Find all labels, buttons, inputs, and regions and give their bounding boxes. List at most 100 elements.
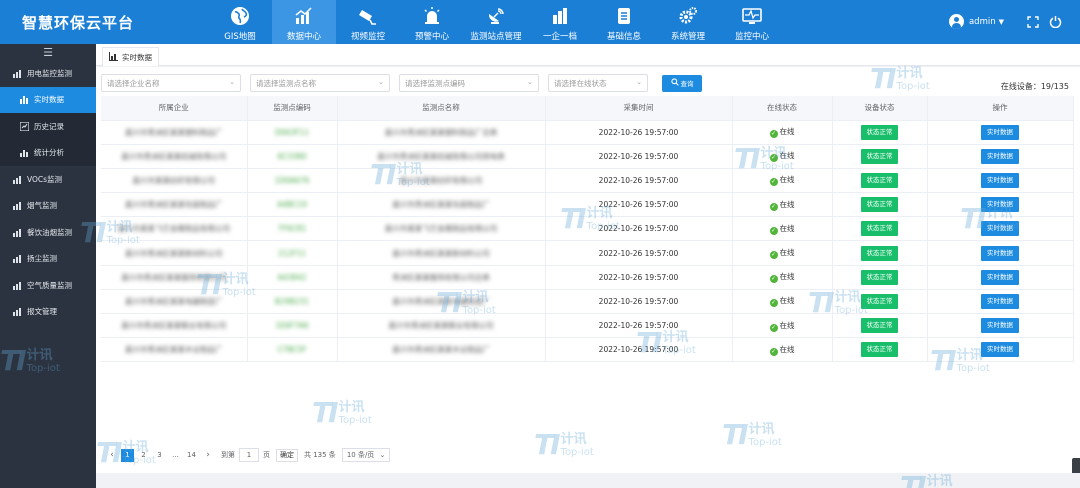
nav-label: 一企一档 <box>542 32 577 42</box>
realtime-data-button[interactable]: 实时数据 <box>981 197 1019 213</box>
goto-page-input[interactable]: 1 <box>239 448 259 462</box>
nav-label: 系统管理 <box>670 32 705 42</box>
column-header: 监测点编码 <box>247 96 338 121</box>
realtime-data-button[interactable]: 实时数据 <box>981 318 1019 334</box>
table-row: 嘉兴市秀洲区某某包装制品厂 A4BC19 嘉兴市秀洲区某某包装制品厂 2022-10-… <box>101 192 1074 218</box>
column-header: 设备状态 <box>832 96 928 121</box>
camera-icon <box>357 5 379 27</box>
point-code-select[interactable]: 请选择监测点编码 ⌄ <box>399 74 539 92</box>
code-cell: 7F6C81 <box>247 216 338 242</box>
point-code: A43842 <box>277 272 307 282</box>
sidebar-item-air-quality[interactable]: 空气质量监测 <box>0 272 96 299</box>
device-status-cell: 状态正常 <box>832 240 928 266</box>
point-name: 嘉兴市某某纺织有限公司 <box>399 175 483 185</box>
bar-chart-icon <box>109 51 118 63</box>
user-name[interactable]: admin <box>969 17 996 27</box>
nav-monitor-center[interactable]: 监控中心 <box>720 0 784 44</box>
realtime-data-button[interactable]: 实时数据 <box>981 124 1019 140</box>
table-row: 嘉兴市秀洲区某某服饰有限公司 A43842 秀洲区某某服饰有限公司总表 2022-10… <box>101 265 1074 290</box>
top-navigation-bar: 智慧环保云平台 GIS地图 数据中心 视频监控 预警中心 监测站点管理 一企一档… <box>0 0 1080 44</box>
check-circle-icon: ✓ <box>769 202 778 211</box>
sidebar-item-flue-gas[interactable]: 烟气监测 <box>0 193 96 220</box>
time-cell: 2022-10-26 19:57:00 <box>545 120 733 145</box>
realtime-data-button[interactable]: 实时数据 <box>981 221 1019 237</box>
sidebar-item-vocs[interactable]: VOCs监测 <box>0 166 96 193</box>
action-cell: 实时数据 <box>927 216 1074 242</box>
nav-basic-info[interactable]: 基础信息 <box>592 0 656 44</box>
column-header: 采集时间 <box>545 96 733 121</box>
power-icon[interactable] <box>1048 15 1062 29</box>
point-name-cell: 秀洲区某某服饰有限公司总表 <box>337 265 546 290</box>
menu-toggle-icon[interactable]: ☰ <box>0 44 96 60</box>
sidebar-item-realtime-data[interactable]: 实时数据 <box>0 86 96 113</box>
chevron-down-icon[interactable]: ▼ <box>999 18 1004 26</box>
goto-confirm-button[interactable]: 确定 <box>276 448 298 462</box>
page-number[interactable]: 2 <box>137 449 150 462</box>
sidebar-item-history[interactable]: 历史记录 <box>0 113 96 140</box>
tab-bar: 实时数据 <box>96 44 1080 66</box>
company-cell: 嘉兴市秀洲区某某木业制品厂 <box>101 337 248 363</box>
realtime-data-button[interactable]: 实时数据 <box>981 342 1019 358</box>
company-cell: 嘉兴市某某纺织有限公司 <box>101 168 248 194</box>
company-name: 嘉兴市某某纺织有限公司 <box>132 175 216 185</box>
avatar[interactable] <box>948 14 964 29</box>
sidebar: ☰ 用电监控监测 实时数据 历史记录 统计分析 VOCs监测 烟气监测 餐饮油烟… <box>0 44 96 488</box>
action-cell: 实时数据 <box>927 168 1074 194</box>
monitor-icon <box>741 5 763 27</box>
point-code: B29B231 <box>274 296 310 306</box>
nav-video-monitor[interactable]: 视频监控 <box>336 0 400 44</box>
realtime-data-button[interactable]: 实时数据 <box>981 245 1019 261</box>
tab-realtime-data[interactable]: 实时数据 <box>102 47 159 66</box>
online-cell: ✓ 在线 <box>732 240 833 266</box>
query-button[interactable]: 查询 <box>662 74 702 92</box>
sidebar-item-message-management[interactable]: 报文管理 <box>0 299 96 326</box>
nav-label: 监控中心 <box>734 32 769 42</box>
realtime-data-button[interactable]: 实时数据 <box>981 293 1019 309</box>
nav-alarm-center[interactable]: 预警中心 <box>400 0 464 44</box>
online-device-count: 在线设备：19/135 <box>1000 82 1069 91</box>
page-size-select[interactable]: 10 条/页 ⌄ <box>341 448 391 462</box>
sidebar-item-statistics[interactable]: 统计分析 <box>0 139 96 166</box>
nav-enterprise-archive[interactable]: 一企一档 <box>528 0 592 44</box>
sidebar-item-label: 烟气监测 <box>27 201 57 211</box>
page-number[interactable]: 1 <box>121 448 134 462</box>
goto-prefix: 到第 <box>221 451 235 459</box>
point-code: 7F6C81 <box>277 224 307 234</box>
online-status: 在线 <box>779 199 795 209</box>
realtime-data-button[interactable]: 实时数据 <box>981 172 1019 188</box>
nav-system-management[interactable]: 系统管理 <box>656 0 720 44</box>
nav-label: 监测站点管理 <box>470 32 522 42</box>
status-badge: 状态正常 <box>861 197 898 213</box>
online-status: 在线 <box>779 248 795 258</box>
nav-data-center[interactable]: 数据中心 <box>272 0 336 44</box>
page-number[interactable]: 3 <box>153 449 166 462</box>
sidebar-item-dust[interactable]: 扬尘监测 <box>0 246 96 273</box>
check-circle-icon: ✓ <box>769 130 778 139</box>
table-row: 嘉兴市秀洲区某某木业制品厂 C7BC5F 嘉兴市秀洲区某某木业制品厂 2022-10-… <box>101 337 1074 363</box>
chevron-left-icon[interactable]: ‹ <box>105 450 119 460</box>
chart-icon <box>13 307 22 317</box>
online-status-select[interactable]: 请选择在线状态 ⌄ <box>548 74 648 92</box>
realtime-data-button[interactable]: 实时数据 <box>981 148 1019 164</box>
fullscreen-icon[interactable] <box>1026 15 1040 29</box>
sidebar-item-cooking-fume[interactable]: 餐饮油烟监测 <box>0 219 96 246</box>
table-row: 嘉兴市某某纺织有限公司 1D0A676 嘉兴市某某纺织有限公司 2022-10-26 … <box>101 168 1074 194</box>
realtime-data-button[interactable]: 实时数据 <box>981 269 1019 285</box>
point-code: 1E6F7A6 <box>275 321 309 331</box>
page-ellipsis[interactable]: ... <box>169 449 182 462</box>
nav-label: 预警中心 <box>414 32 449 42</box>
page-number[interactable]: 14 <box>185 449 198 462</box>
sidebar-item-label: 餐饮油烟监测 <box>27 227 72 237</box>
bar-chart-icon <box>20 95 29 105</box>
action-cell: 实时数据 <box>927 240 1074 266</box>
online-status: 在线 <box>779 223 795 233</box>
online-cell: ✓ 在线 <box>732 168 833 194</box>
sidebar-item-label: 扬尘监测 <box>27 254 57 264</box>
enterprise-select[interactable]: 请选择企业名称 ⌄ <box>101 74 241 92</box>
point-name-select[interactable]: 请选择监测点名称 ⌄ <box>250 74 390 92</box>
nav-gis-map[interactable]: GIS地图 <box>208 0 272 44</box>
nav-station-management[interactable]: 监测站点管理 <box>464 0 528 44</box>
sidebar-item-power-monitoring[interactable]: 用电监控监测 <box>0 60 96 87</box>
chevron-right-icon[interactable]: › <box>201 450 215 460</box>
sidebar-item-label: 空气质量监测 <box>27 280 72 290</box>
